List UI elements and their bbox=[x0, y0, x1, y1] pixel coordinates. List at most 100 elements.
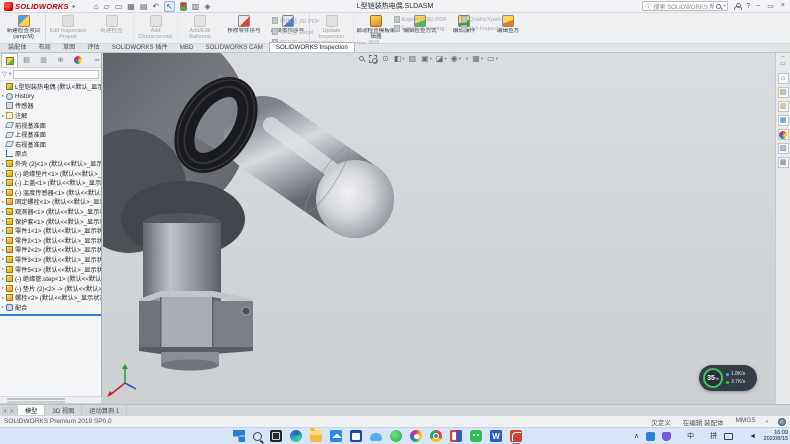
file-explorer-icon[interactable]: ▥ bbox=[778, 101, 789, 112]
status-globe-icon[interactable] bbox=[778, 418, 786, 426]
appearances-icon[interactable] bbox=[778, 129, 789, 140]
tree-item[interactable]: ▸ 零件2<1> (默认<<默认>_显示状态 bbox=[0, 236, 101, 246]
search-icon[interactable] bbox=[716, 4, 721, 9]
new-file-icon[interactable]: ▱ bbox=[104, 2, 110, 11]
apply-scene-icon[interactable]: ▦ ▾ bbox=[472, 54, 483, 63]
chrome-icon[interactable] bbox=[430, 430, 442, 442]
tree-item[interactable]: ▸ 固定螺栓<1> (默认<<默认>_显示 bbox=[0, 197, 101, 207]
tree-item[interactable]: 传感器 bbox=[0, 101, 101, 111]
tray-expand-icon[interactable]: ∧ bbox=[625, 432, 639, 441]
tree-item[interactable]: 右视基准面 bbox=[0, 140, 101, 150]
search-button[interactable] bbox=[253, 432, 262, 441]
save-icon[interactable]: ▦ bbox=[127, 2, 135, 11]
start-button[interactable] bbox=[233, 430, 245, 442]
tree-item[interactable]: ▸ (-) 温度传感器<1> (默认<<默认>_ bbox=[0, 188, 101, 198]
edge-icon[interactable] bbox=[290, 430, 302, 442]
help-button[interactable]: ? bbox=[746, 3, 750, 10]
configurationmanager-tab[interactable]: ▥ bbox=[35, 53, 52, 67]
design-library-icon[interactable]: ▤ bbox=[778, 87, 789, 98]
ribbon-tab[interactable]: MBD bbox=[174, 43, 200, 52]
tree-item[interactable]: ▸ (-) 上盖<1> (默认<<默认>_显示状 bbox=[0, 178, 101, 188]
volume-icon[interactable]: ◄ bbox=[740, 432, 756, 441]
filter-caret-icon[interactable]: ▾ bbox=[9, 71, 11, 77]
displaymanager-tab[interactable] bbox=[69, 53, 86, 67]
hide-show-items-icon[interactable]: ◉ ▾ bbox=[451, 54, 461, 63]
search-caret-icon[interactable]: ▾ bbox=[723, 3, 725, 9]
browser-360-icon[interactable] bbox=[410, 430, 422, 442]
propertymanager-tab[interactable]: ▤ bbox=[18, 53, 35, 67]
tree-item[interactable]: ▸ 零件1<1> (默认<<默认>_显示状态 bbox=[0, 226, 101, 236]
store-icon[interactable] bbox=[350, 430, 362, 442]
mail-icon[interactable] bbox=[330, 430, 342, 442]
tree-item[interactable]: ▸ 观测器<1> (默认<<默认>_显示状 bbox=[0, 207, 101, 217]
document-tab[interactable]: 运动算例 1 bbox=[82, 405, 127, 415]
tree-item[interactable]: ▸ 零件3<1> (默认<<默认>_显示状态 bbox=[0, 255, 101, 265]
ribbon-tab[interactable]: 装配体 bbox=[2, 41, 33, 52]
ribbon-button[interactable]: 移除零件序号 bbox=[222, 14, 266, 43]
rebuild-traffic-icon[interactable] bbox=[180, 2, 187, 11]
view-palette-icon[interactable]: ▦ bbox=[778, 115, 789, 126]
tree-item[interactable]: 原点 bbox=[0, 149, 101, 159]
display-settings-icon[interactable]: ▥ bbox=[192, 2, 200, 11]
task-view-button[interactable] bbox=[270, 430, 282, 442]
solidworks-icon[interactable] bbox=[510, 430, 522, 442]
cast-display-icon[interactable] bbox=[724, 432, 733, 440]
taskbar-clock[interactable]: 16:09 2022/8/15 bbox=[764, 430, 788, 443]
ime-lang-indicator[interactable]: 中 bbox=[678, 431, 694, 441]
panel-horizontal-scrollbar[interactable] bbox=[0, 396, 101, 403]
ribbon-tab[interactable]: SOLIDWORKS Inspection bbox=[269, 42, 355, 52]
filter-funnel-icon[interactable]: ▽ bbox=[2, 70, 7, 78]
reader-app-icon[interactable] bbox=[450, 430, 462, 442]
tray-app-blue-icon[interactable] bbox=[646, 432, 655, 441]
display-style-icon[interactable]: ◪ ▾ bbox=[436, 54, 447, 63]
previous-view-icon[interactable]: ⊙ bbox=[382, 54, 390, 63]
speed-ball-overlay[interactable]: 35% 1.8K/s 3.7K/s bbox=[699, 365, 757, 391]
panel-tab-scroll-arrows[interactable]: ◂▸ bbox=[94, 57, 101, 63]
zoom-fit-icon[interactable] bbox=[359, 56, 365, 61]
file-explorer-icon[interactable] bbox=[310, 430, 322, 442]
app-green-icon[interactable] bbox=[390, 430, 402, 442]
document-tab[interactable]: 模型 bbox=[18, 405, 45, 415]
select-cursor-icon[interactable]: ↖ bbox=[164, 1, 175, 12]
tree-item[interactable]: L型铠装热电偶 (默认<默认_显示状态-1 bbox=[0, 82, 101, 92]
ribbon-button[interactable]: Add/Edit Balloons bbox=[178, 14, 222, 43]
print-icon[interactable]: ▤ bbox=[140, 2, 148, 11]
dynamic-annotation-icon[interactable]: ▨ bbox=[409, 54, 418, 63]
menu-flyout-arrow-icon[interactable]: ▸ bbox=[73, 3, 76, 10]
open-file-icon[interactable]: ▭ bbox=[115, 2, 123, 11]
tray-shield-icon[interactable] bbox=[662, 432, 671, 441]
dimxpertmanager-tab[interactable]: ⊕ bbox=[52, 53, 69, 67]
ime-mode-indicator[interactable]: 拼 bbox=[701, 431, 717, 441]
view-settings-icon[interactable]: ▭ ▾ bbox=[487, 54, 498, 63]
word-icon[interactable] bbox=[490, 430, 502, 442]
tree-item[interactable]: ▸ 螺栓<2> (默认<<默认>_显示状态 bbox=[0, 293, 101, 303]
tree-item[interactable]: ▸ 配合 bbox=[0, 303, 101, 313]
restore-button[interactable]: ▭ bbox=[767, 2, 774, 10]
pane-collapse-icon[interactable]: – bbox=[781, 55, 784, 60]
tree-item[interactable]: 前视基准面 bbox=[0, 120, 101, 130]
minimize-button[interactable]: – bbox=[756, 2, 760, 10]
close-button[interactable]: × bbox=[781, 2, 785, 10]
panel-tab-arrow-icon[interactable]: ▸ bbox=[98, 57, 100, 63]
custom-properties-icon[interactable]: ▧ bbox=[778, 143, 789, 154]
ribbon-tab[interactable]: SOLIDWORKS 插件 bbox=[106, 41, 174, 52]
panel-tab-arrow-icon[interactable]: ◂ bbox=[94, 57, 96, 63]
units-caret-icon[interactable]: ▾ bbox=[766, 419, 768, 425]
home-icon[interactable]: ⌂ bbox=[94, 2, 99, 11]
featuremanager-tree-tab[interactable] bbox=[1, 53, 18, 67]
tab-scroll-arrow-icon[interactable]: ▸ bbox=[9, 407, 15, 414]
ribbon-button[interactable]: 新建检查 bbox=[90, 14, 134, 43]
tree-item[interactable]: ▸ (-) 垫片 (2)<2> -> (默认<<默认> bbox=[0, 283, 101, 293]
options-gear-icon[interactable]: ◈ bbox=[204, 2, 210, 11]
app-logo[interactable]: SOLIDWORKS ▸ bbox=[0, 2, 80, 11]
graphics-viewport[interactable]: ⊙ ◧ ▾ ▨ ▣ ▾ ◪ bbox=[103, 53, 775, 404]
pane-pin-icon[interactable]: ▭ bbox=[780, 62, 786, 67]
wechat-icon[interactable] bbox=[470, 430, 482, 442]
tree-filter-input[interactable] bbox=[13, 70, 99, 79]
tree-item[interactable]: ▸ 零件5<1> (默认<<默认>_显示状态 bbox=[0, 264, 101, 274]
solidworks-resources-icon[interactable]: ⌂ bbox=[778, 73, 789, 84]
zoom-area-icon[interactable] bbox=[369, 55, 378, 63]
ribbon-tab[interactable]: 评估 bbox=[81, 41, 105, 52]
help-search-input[interactable]: ⓘ 搜索 SOLIDWORKS 帮助 ▾ bbox=[642, 1, 728, 11]
tab-scroll-arrow-icon[interactable]: ◂ bbox=[2, 407, 8, 414]
